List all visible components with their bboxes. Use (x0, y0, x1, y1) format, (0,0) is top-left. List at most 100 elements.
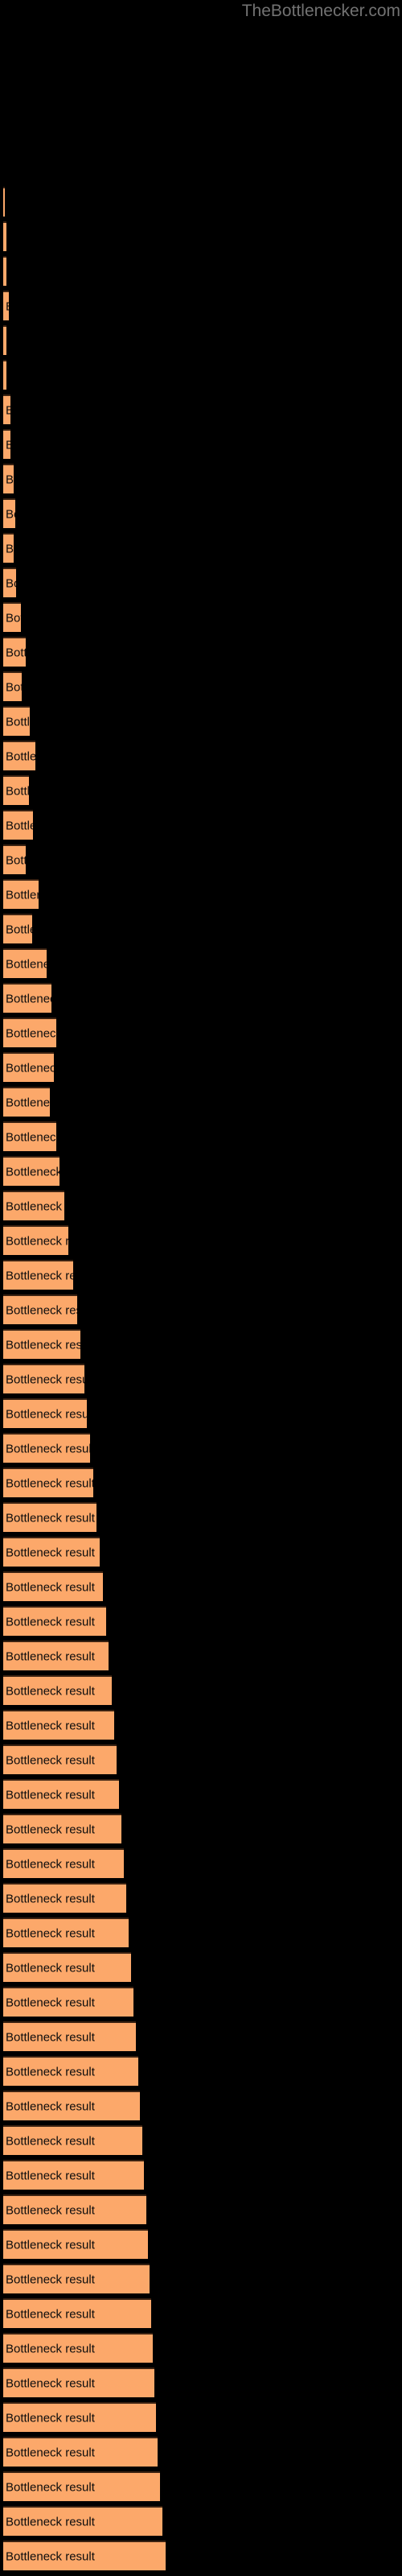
bar-label: Bottleneck result (6, 2134, 95, 2148)
bar[interactable]: Bottleneck result (3, 2125, 142, 2155)
bar[interactable]: Bottleneck result (3, 1156, 59, 1186)
bar[interactable]: Bottleneck result (3, 187, 5, 217)
bar[interactable]: Bottleneck result (3, 1329, 80, 1359)
bar[interactable]: Bottleneck result (3, 1398, 87, 1428)
bar[interactable]: Bottleneck result (3, 1952, 131, 1982)
bar[interactable]: Bottleneck result (3, 1502, 96, 1532)
bar-label: Bottleneck result (6, 1130, 56, 1144)
bar[interactable]: Bottleneck result (3, 1641, 109, 1670)
bar-label: Bottleneck result (6, 992, 51, 1005)
bar[interactable]: Bottleneck result (3, 325, 6, 355)
bar[interactable]: Bottleneck result (3, 1433, 90, 1463)
bar[interactable]: Bottleneck result (3, 1918, 129, 1947)
bar[interactable]: Bottleneck result (3, 1675, 112, 1705)
bar-label: Bottleneck result (6, 611, 21, 625)
bar[interactable]: Bottleneck result (3, 1191, 64, 1220)
bar[interactable]: Bottleneck result (3, 810, 33, 840)
bar[interactable]: Bottleneck result (3, 1294, 77, 1324)
bar[interactable]: Bottleneck result (3, 221, 6, 251)
bar[interactable]: Bottleneck result (3, 637, 26, 667)
bar[interactable]: Bottleneck result (3, 256, 6, 286)
bar[interactable]: Bottleneck result (3, 2056, 138, 2086)
bar[interactable]: Bottleneck result (3, 2021, 136, 2051)
bar[interactable]: Bottleneck result (3, 394, 10, 424)
bar[interactable]: Bottleneck result (3, 568, 16, 597)
bar[interactable]: Bottleneck result (3, 1987, 133, 2017)
bar[interactable]: Bottleneck result (3, 1260, 73, 1290)
bar-label: Bottleneck result (6, 1753, 95, 1767)
bar-label: Bottleneck result (6, 853, 26, 867)
bar-label: Bottleneck result (6, 576, 16, 590)
bar-label: Bottleneck result (6, 819, 33, 832)
bar[interactable]: Bottleneck result (3, 1225, 68, 1255)
bar-label: Bottleneck result (6, 2307, 95, 2321)
bar[interactable]: Bottleneck result (3, 2264, 150, 2293)
bar[interactable]: Bottleneck result (3, 1744, 117, 1774)
bar-label: Bottleneck result (6, 1684, 95, 1698)
bar-label: Bottleneck result (6, 1476, 93, 1490)
bar[interactable]: Bottleneck result (3, 741, 35, 770)
bar[interactable]: Bottleneck result (3, 1121, 56, 1151)
bar-label: Bottleneck result (6, 1373, 84, 1386)
bar[interactable]: Bottleneck result (3, 2229, 148, 2259)
bar[interactable]: Bottleneck result (3, 2091, 140, 2120)
bottleneck-bar-chart: TheBottlenecker.com Bottleneck resultBot… (0, 0, 402, 2576)
bar-label: Bottleneck result (6, 1303, 77, 1317)
bar[interactable]: Bottleneck result (3, 948, 47, 978)
bar[interactable]: Bottleneck result (3, 2160, 144, 2190)
bar[interactable]: Bottleneck result (3, 2333, 153, 2363)
bar[interactable]: Bottleneck result (3, 464, 14, 493)
bar[interactable]: Bottleneck result (3, 533, 14, 563)
bar[interactable]: Bottleneck result (3, 844, 26, 874)
bar[interactable]: Bottleneck result (3, 2541, 166, 2570)
bar-label: Bottleneck result (6, 438, 10, 452)
bar-label: Bottleneck result (6, 1269, 73, 1282)
bar-label: Bottleneck result (6, 1165, 59, 1179)
bar[interactable]: Bottleneck result (3, 1606, 106, 1636)
bar[interactable]: Bottleneck result (3, 983, 51, 1013)
bar[interactable]: Bottleneck result (3, 2194, 146, 2224)
bar-label: Bottleneck result (6, 749, 35, 763)
bar-label: Bottleneck result (6, 2238, 95, 2252)
bar[interactable]: Bottleneck result (3, 1571, 103, 1601)
bar[interactable]: Bottleneck result (3, 671, 22, 701)
bar[interactable]: Bottleneck result (3, 498, 15, 528)
bar[interactable]: Bottleneck result (3, 879, 39, 909)
bar-label: Bottleneck result (6, 2099, 95, 2113)
bar[interactable]: Bottleneck result (3, 1814, 121, 1843)
bar[interactable]: Bottleneck result (3, 1087, 50, 1117)
bar[interactable]: Bottleneck result (3, 1052, 54, 1082)
bar[interactable]: Bottleneck result (3, 2368, 154, 2397)
bar[interactable]: Bottleneck result (3, 1848, 124, 1878)
bar-label: Bottleneck result (6, 2169, 95, 2182)
bar-label: Bottleneck result (6, 1719, 95, 1732)
bar-label: Bottleneck result (6, 1338, 80, 1352)
bar[interactable]: Bottleneck result (3, 914, 32, 943)
bar[interactable]: Bottleneck result (3, 775, 29, 805)
bar[interactable]: Bottleneck result (3, 360, 6, 390)
bar-label: Bottleneck result (6, 1546, 95, 1559)
bar[interactable]: Bottleneck result (3, 1018, 56, 1047)
bar[interactable]: Bottleneck result (3, 602, 21, 632)
bar-label: Bottleneck result (6, 1199, 64, 1213)
bar[interactable]: Bottleneck result (3, 1883, 126, 1913)
bar-label: Bottleneck result (6, 2342, 95, 2355)
bar-label: Bottleneck result (6, 542, 14, 555)
bar[interactable]: Bottleneck result (3, 1710, 114, 1740)
bar[interactable]: Bottleneck result (3, 2402, 156, 2432)
bar[interactable]: Bottleneck result (3, 1364, 84, 1393)
bar[interactable]: Bottleneck result (3, 1468, 93, 1497)
bar[interactable]: Bottleneck result (3, 291, 9, 320)
bar[interactable]: Bottleneck result (3, 429, 10, 459)
bar-label: Bottleneck result (6, 2376, 95, 2390)
bar-label: Bottleneck result (6, 1061, 54, 1075)
bar[interactable]: Bottleneck result (3, 1779, 119, 1809)
bar[interactable]: Bottleneck result (3, 706, 30, 736)
bar[interactable]: Bottleneck result (3, 2298, 151, 2328)
bar[interactable]: Bottleneck result (3, 1537, 100, 1567)
bar[interactable]: Bottleneck result (3, 2506, 162, 2536)
bar-label: Bottleneck result (6, 2549, 95, 2563)
bar[interactable]: Bottleneck result (3, 2437, 158, 2467)
bar[interactable]: Bottleneck result (3, 2471, 160, 2501)
bar-label: Bottleneck result (6, 888, 39, 902)
